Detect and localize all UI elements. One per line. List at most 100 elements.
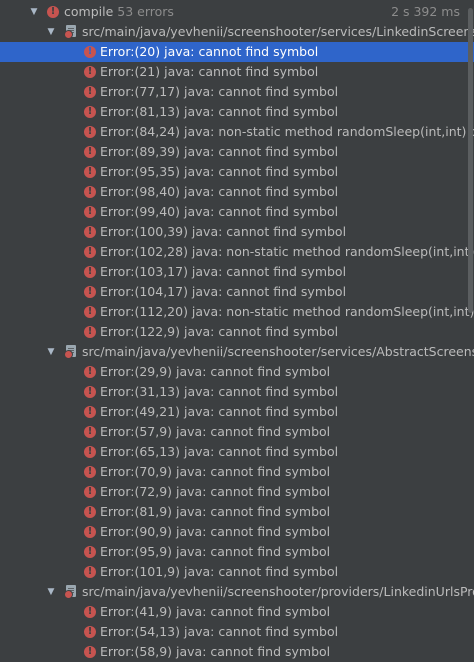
error-icon: ! [84, 646, 96, 658]
error-text: Error:(101,9) java: cannot find symbol [100, 564, 339, 579]
error-text: Error:(95,35) java: cannot find symbol [100, 164, 339, 179]
error-icon: ! [84, 206, 96, 218]
error-message[interactable]: ! Error:(70,9) java: cannot find symbol [0, 462, 474, 482]
error-text: Error:(65,13) java: cannot find symbol [100, 444, 339, 459]
error-message[interactable]: ! Error:(77,17) java: cannot find symbol [0, 82, 474, 102]
error-text: Error:(81,13) java: cannot find symbol [100, 104, 339, 119]
error-message[interactable]: ! Error:(81,13) java: cannot find symbol [0, 102, 474, 122]
error-message[interactable]: ! Error:(99,40) java: cannot find symbol [0, 202, 474, 222]
error-icon: ! [84, 246, 96, 258]
file-path: src/main/java/yevhenii/screenshooter/pro… [82, 584, 474, 599]
error-message[interactable]: ! Error:(103,17) java: cannot find symbol [0, 262, 474, 282]
file-path: src/main/java/yevhenii/screenshooter/ser… [82, 344, 474, 359]
error-icon: ! [84, 546, 96, 558]
error-text: Error:(57,9) java: cannot find symbol [100, 424, 331, 439]
error-icon: ! [84, 186, 96, 198]
error-text: Error:(31,13) java: cannot find symbol [100, 384, 339, 399]
error-text: Error:(84,24) java: non-static method ra… [100, 124, 474, 139]
error-text: Error:(41,9) java: cannot find symbol [100, 604, 331, 619]
build-time: 2 s 392 ms [391, 4, 460, 19]
error-message[interactable]: ! Error:(122,9) java: cannot find symbol [0, 322, 474, 342]
error-message[interactable]: ! Error:(21) java: cannot find symbol [0, 62, 474, 82]
build-messages-tree: ▼ ! compile 53 errors 2 s 392 ms ▼ src/mai… [0, 2, 474, 662]
error-message[interactable]: ! Error:(72,9) java: cannot find symbol [0, 482, 474, 502]
file-path: src/main/java/yevhenii/screenshooter/ser… [82, 24, 474, 39]
error-icon: ! [84, 86, 96, 98]
error-message[interactable]: ! Error:(31,13) java: cannot find symbol [0, 382, 474, 402]
file-groups: ▼ src/main/java/yevhenii/screenshooter/se… [0, 22, 474, 662]
expand-arrow-icon[interactable]: ▼ [46, 22, 56, 42]
java-file-icon [64, 585, 78, 599]
error-message[interactable]: ! Error:(104,17) java: cannot find symbol [0, 282, 474, 302]
expand-arrow-icon[interactable]: ▼ [46, 342, 56, 362]
error-text: Error:(58,9) java: cannot find symbol [100, 644, 331, 659]
error-message[interactable]: ! Error:(112,20) java: non-static method … [0, 302, 474, 322]
scrollbar[interactable] [468, 8, 473, 313]
error-icon: ! [84, 326, 96, 338]
file-node[interactable]: ▼ src/main/java/yevhenii/screenshooter/se… [0, 22, 474, 42]
error-icon: ! [84, 506, 96, 518]
error-icon: ! [84, 146, 96, 158]
error-text: Error:(89,39) java: cannot find symbol [100, 144, 339, 159]
error-icon: ! [84, 466, 96, 478]
error-text: Error:(21) java: cannot find symbol [100, 64, 319, 79]
error-icon: ! [84, 566, 96, 578]
error-text: Error:(99,40) java: cannot find symbol [100, 204, 339, 219]
error-message[interactable]: ! Error:(90,9) java: cannot find symbol [0, 522, 474, 542]
error-message[interactable]: ! Error:(20) java: cannot find symbol [0, 42, 474, 62]
error-message[interactable]: ! Error:(41,9) java: cannot find symbol [0, 602, 474, 622]
error-text: Error:(72,9) java: cannot find symbol [100, 484, 331, 499]
error-text: Error:(95,9) java: cannot find symbol [100, 544, 331, 559]
error-text: Error:(20) java: cannot find symbol [100, 44, 319, 59]
error-message[interactable]: ! Error:(100,39) java: cannot find symbol [0, 222, 474, 242]
error-icon: ! [84, 306, 96, 318]
file-node[interactable]: ▼ src/main/java/yevhenii/screenshooter/se… [0, 342, 474, 362]
error-text: Error:(29,9) java: cannot find symbol [100, 364, 331, 379]
error-icon: ! [47, 6, 59, 18]
error-text: Error:(112,20) java: non-static method r… [100, 304, 474, 319]
compile-label: compile [64, 4, 114, 19]
error-icon: ! [84, 126, 96, 138]
error-count: 53 errors [117, 4, 174, 19]
error-message[interactable]: ! Error:(54,13) java: cannot find symbol [0, 622, 474, 642]
java-file-icon [64, 345, 78, 359]
error-icon: ! [84, 406, 96, 418]
file-node[interactable]: ▼ src/main/java/yevhenii/screenshooter/pr… [0, 582, 474, 602]
error-message[interactable]: ! Error:(29,9) java: cannot find symbol [0, 362, 474, 382]
expand-arrow-icon[interactable]: ▼ [46, 582, 56, 602]
error-icon: ! [84, 486, 96, 498]
error-message[interactable]: ! Error:(95,35) java: cannot find symbol [0, 162, 474, 182]
error-message[interactable]: ! Error:(65,13) java: cannot find symbol [0, 442, 474, 462]
error-text: Error:(98,40) java: cannot find symbol [100, 184, 339, 199]
error-icon: ! [84, 366, 96, 378]
error-text: Error:(122,9) java: cannot find symbol [100, 324, 339, 339]
error-message[interactable]: ! Error:(58,9) java: cannot find symbol [0, 642, 474, 662]
error-icon: ! [84, 46, 96, 58]
error-text: Error:(77,17) java: cannot find symbol [100, 84, 339, 99]
error-icon: ! [84, 226, 96, 238]
error-message[interactable]: ! Error:(89,39) java: cannot find symbol [0, 142, 474, 162]
error-message[interactable]: ! Error:(95,9) java: cannot find symbol [0, 542, 474, 562]
error-text: Error:(70,9) java: cannot find symbol [100, 464, 331, 479]
error-icon: ! [84, 606, 96, 618]
error-icon: ! [84, 66, 96, 78]
java-file-icon [64, 25, 78, 39]
error-message[interactable]: ! Error:(102,28) java: non-static method … [0, 242, 474, 262]
error-text: Error:(54,13) java: cannot find symbol [100, 624, 339, 639]
error-icon: ! [84, 106, 96, 118]
error-icon: ! [84, 266, 96, 278]
expand-arrow-icon[interactable]: ▼ [29, 2, 39, 22]
error-message[interactable]: ! Error:(101,9) java: cannot find symbol [0, 562, 474, 582]
error-message[interactable]: ! Error:(57,9) java: cannot find symbol [0, 422, 474, 442]
error-message[interactable]: ! Error:(98,40) java: cannot find symbol [0, 182, 474, 202]
error-text: Error:(49,21) java: cannot find symbol [100, 404, 339, 419]
error-text: Error:(81,9) java: cannot find symbol [100, 504, 331, 519]
error-message[interactable]: ! Error:(81,9) java: cannot find symbol [0, 502, 474, 522]
error-icon: ! [84, 386, 96, 398]
error-message[interactable]: ! Error:(49,21) java: cannot find symbol [0, 402, 474, 422]
error-icon: ! [84, 446, 96, 458]
error-icon: ! [84, 426, 96, 438]
error-message[interactable]: ! Error:(84,24) java: non-static method r… [0, 122, 474, 142]
compile-node[interactable]: ▼ ! compile 53 errors 2 s 392 ms [0, 2, 474, 22]
error-text: Error:(104,17) java: cannot find symbol [100, 284, 347, 299]
